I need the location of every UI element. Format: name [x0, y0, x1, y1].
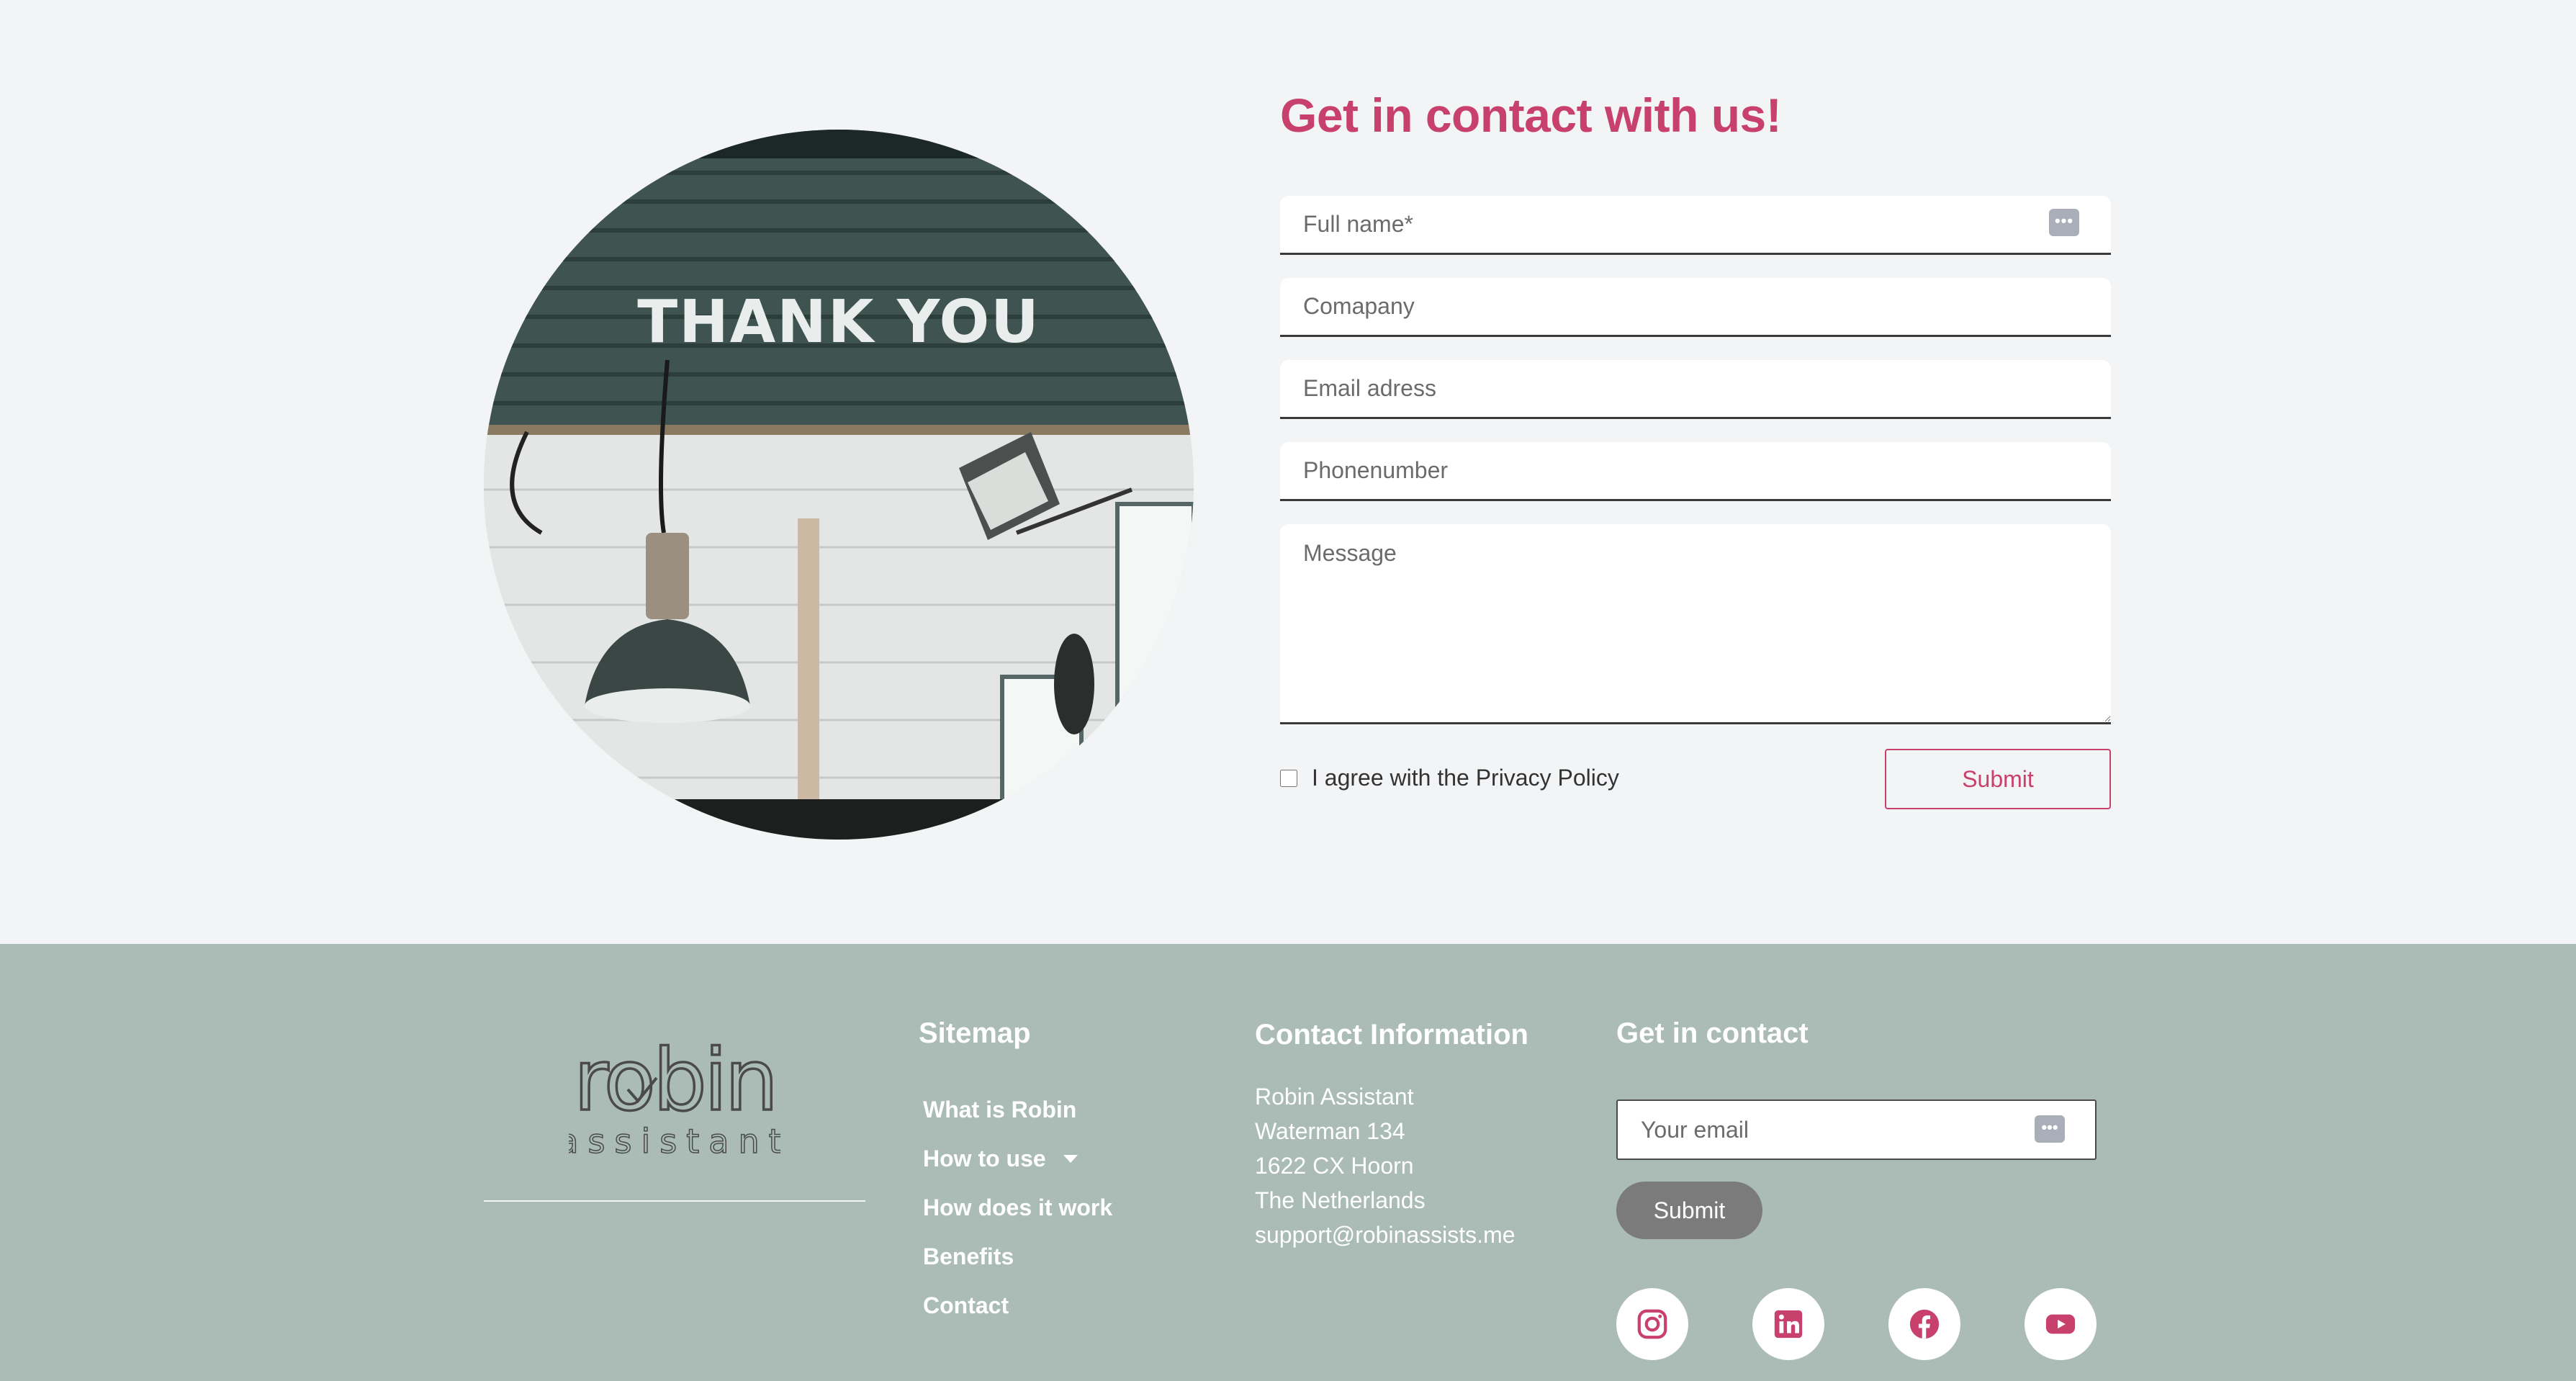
svg-text:THANK YOU: THANK YOU [637, 288, 1040, 356]
footer-divider [484, 1200, 865, 1202]
svg-text:robin: robin [574, 1038, 776, 1130]
postal-city: 1622 CX Hoorn [1255, 1153, 1414, 1179]
contact-form-title: Get in contact with us! [1280, 89, 1782, 142]
sitemap-nav: What is Robin How to use How does it wor… [923, 1085, 1112, 1330]
get-in-contact-title: Get in contact [1616, 1017, 1809, 1049]
password-manager-icon[interactable]: ••• [2049, 209, 2079, 236]
company-name: Robin Assistant [1255, 1084, 1414, 1110]
street-address: Waterman 134 [1255, 1118, 1405, 1144]
sitemap-item-contact[interactable]: Contact [923, 1281, 1112, 1330]
facebook-icon [1909, 1309, 1940, 1339]
youtube-icon [2045, 1314, 2076, 1334]
youtube-link[interactable] [2025, 1288, 2097, 1360]
message-textarea[interactable] [1280, 524, 2111, 724]
newsletter-submit-button[interactable]: Submit [1616, 1182, 1762, 1239]
phone-input[interactable] [1280, 442, 2111, 501]
privacy-agree-row[interactable]: I agree with the Privacy Policy [1280, 765, 1619, 791]
contact-information: Robin Assistant Waterman 134 1622 CX Hoo… [1255, 1079, 1516, 1252]
thank-you-photo: THANK YOU [484, 130, 1194, 840]
sitemap-title: Sitemap [919, 1017, 1031, 1049]
linkedin-link[interactable] [1752, 1288, 1824, 1360]
svg-text:assistant: assistant [569, 1122, 780, 1160]
footer: robin assistant Sitemap What is Robin Ho… [0, 944, 2576, 1381]
country: The Netherlands [1255, 1187, 1426, 1213]
newsletter-email-input[interactable] [1616, 1099, 2097, 1160]
contact-section: THANK YOU Get in contact with us! ••• I … [0, 0, 2576, 944]
facebook-link[interactable] [1888, 1288, 1960, 1360]
sitemap-item-how-does-it-work[interactable]: How does it work [923, 1183, 1112, 1232]
sitemap-item-how-to-use[interactable]: How to use [923, 1134, 1112, 1183]
company-input[interactable] [1280, 278, 2111, 337]
email-input[interactable] [1280, 360, 2111, 419]
submit-button[interactable]: Submit [1885, 749, 2111, 809]
contact-information-title: Contact Information [1255, 1019, 1528, 1051]
password-manager-icon[interactable]: ••• [2035, 1115, 2065, 1143]
sitemap-item-what-is-robin[interactable]: What is Robin [923, 1085, 1112, 1134]
chevron-down-icon[interactable] [1063, 1154, 1078, 1163]
instagram-link[interactable] [1616, 1288, 1688, 1360]
privacy-checkbox[interactable] [1280, 769, 1297, 787]
support-email-link[interactable]: support@robinassists.me [1255, 1218, 1516, 1252]
privacy-label: I agree with the Privacy Policy [1312, 765, 1619, 791]
linkedin-icon [1774, 1310, 1803, 1339]
instagram-icon [1637, 1309, 1667, 1339]
sitemap-item-benefits[interactable]: Benefits [923, 1232, 1112, 1281]
full-name-input[interactable] [1280, 196, 2111, 255]
robin-assistant-logo[interactable]: robin assistant [558, 1029, 783, 1161]
